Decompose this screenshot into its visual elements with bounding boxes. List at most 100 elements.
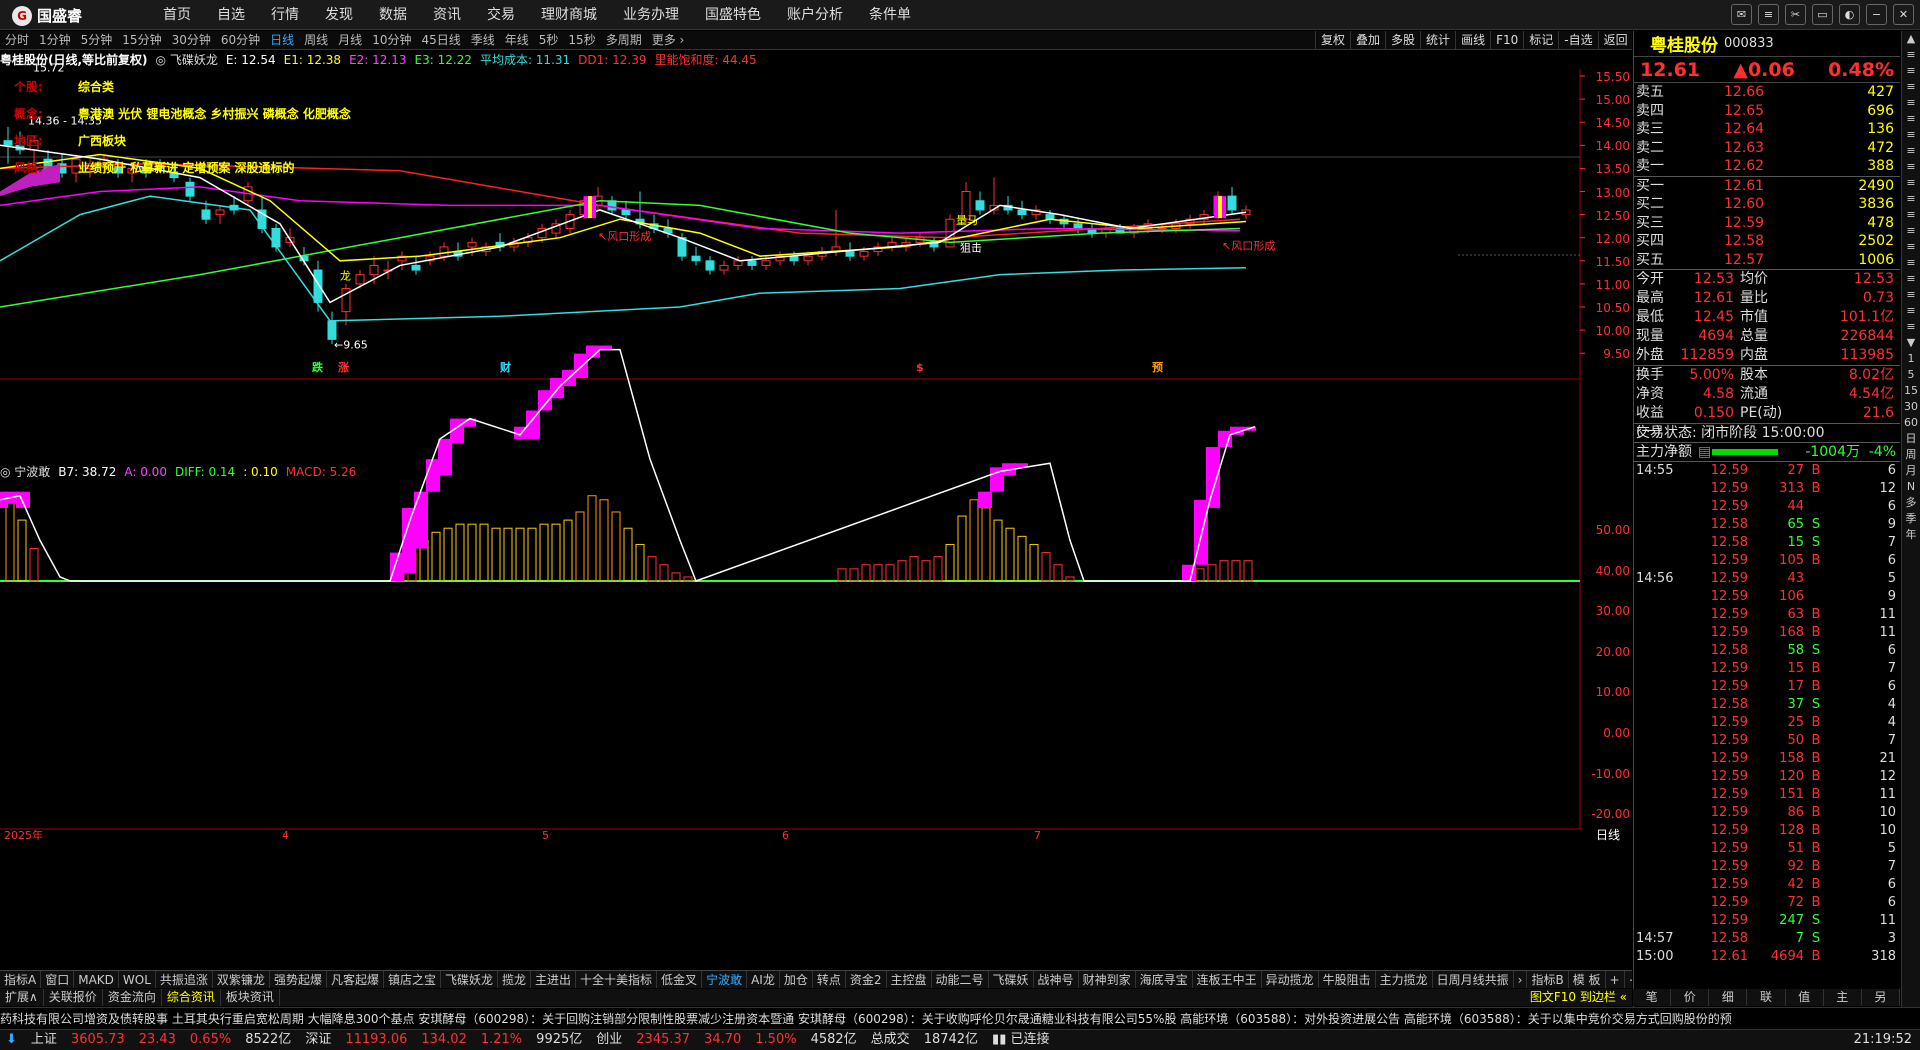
sidebar-item[interactable]: 季 bbox=[1902, 511, 1920, 527]
menu-item-7[interactable]: 理财商城 bbox=[528, 0, 610, 30]
period-10[interactable]: 45日线 bbox=[416, 31, 465, 49]
info-tab[interactable]: 关联报价 bbox=[44, 989, 103, 1006]
indicator-tab[interactable]: + bbox=[1606, 971, 1625, 988]
quote-tab[interactable]: 联 bbox=[1747, 989, 1786, 1006]
sidebar-item[interactable]: 30 bbox=[1902, 399, 1920, 415]
index-name[interactable]: 创业 bbox=[596, 1030, 622, 1050]
quote-tab[interactable]: 细 bbox=[1709, 989, 1748, 1006]
menu-item-8[interactable]: 业务办理 bbox=[610, 0, 692, 30]
kline-chart-area[interactable]: 15.7214.36 - 14.35←9.65↖风口形成↖风口形成量马狙击龙跌涨… bbox=[0, 51, 1632, 970]
book-row[interactable]: 卖二 12.63 472 bbox=[1634, 139, 1900, 158]
sidebar-item[interactable]: ≡ bbox=[1902, 207, 1920, 223]
sidebar-item[interactable]: ≡ bbox=[1902, 223, 1920, 239]
sidebar-item[interactable]: ≡ bbox=[1902, 95, 1920, 111]
info-tab[interactable]: 扩展∧ bbox=[0, 989, 44, 1006]
share-icon[interactable]: ✂ bbox=[1785, 4, 1806, 25]
quote-tab[interactable]: 另 bbox=[1862, 989, 1900, 1006]
indicator-tab[interactable]: 指标B bbox=[1527, 971, 1569, 988]
menu-item-3[interactable]: 发现 bbox=[312, 0, 366, 30]
menu-icon[interactable]: ≡ bbox=[1758, 4, 1779, 25]
book-row[interactable]: 卖一 12.62 388 bbox=[1634, 157, 1900, 176]
period-1[interactable]: 1分钟 bbox=[34, 31, 76, 49]
quote-tab[interactable]: 笔 bbox=[1633, 989, 1672, 1006]
skin-icon[interactable]: ◐ bbox=[1839, 4, 1860, 25]
info-tab[interactable]: 综合资讯 bbox=[162, 989, 221, 1006]
indicator-tab[interactable]: 动能二号 bbox=[932, 971, 989, 988]
book-row[interactable]: 卖四 12.65 696 bbox=[1634, 102, 1900, 121]
sidebar-item[interactable]: 多 bbox=[1902, 495, 1920, 511]
tool-button-3[interactable]: 统计 bbox=[1420, 31, 1455, 50]
period-11[interactable]: 季线 bbox=[466, 31, 500, 49]
sidebar-item[interactable]: ≡ bbox=[1902, 63, 1920, 79]
book-row[interactable]: 买五 12.57 1006 bbox=[1634, 251, 1900, 270]
period-0[interactable]: 分时 bbox=[0, 31, 34, 49]
sidebar-item[interactable]: ▲ bbox=[1902, 31, 1920, 47]
indicator-tab[interactable]: − bbox=[1625, 971, 1632, 988]
sidebar-item[interactable]: 月 bbox=[1902, 463, 1920, 479]
tool-button-2[interactable]: 多股 bbox=[1385, 31, 1420, 50]
sidebar-item[interactable]: 15 bbox=[1902, 383, 1920, 399]
period-16[interactable]: 更多 › bbox=[647, 31, 690, 49]
indicator-tab[interactable]: 镇店之宝 bbox=[384, 971, 441, 988]
sidebar-item[interactable]: ≡ bbox=[1902, 239, 1920, 255]
close-icon[interactable]: ✕ bbox=[1893, 4, 1914, 25]
indicator-tab[interactable]: 强势起爆 bbox=[270, 971, 327, 988]
sidebar-item[interactable]: ≡ bbox=[1902, 303, 1920, 319]
indicator-tab[interactable]: 双紫镰龙 bbox=[213, 971, 270, 988]
indicator-tab[interactable]: 飞碟妖 bbox=[989, 971, 1034, 988]
period-14[interactable]: 15秒 bbox=[563, 31, 600, 49]
book-row[interactable]: 卖五 12.66 427 bbox=[1634, 83, 1900, 102]
sidebar-item[interactable]: 周 bbox=[1902, 447, 1920, 463]
indicator-tab[interactable]: 十全十美指标 bbox=[576, 971, 658, 988]
book-row[interactable]: 买一 12.61 2490 bbox=[1634, 177, 1900, 196]
indicator-tab[interactable]: 窗口 bbox=[41, 971, 75, 988]
tool-button-0[interactable]: 复权 bbox=[1315, 31, 1350, 50]
menu-item-5[interactable]: 资讯 bbox=[420, 0, 474, 30]
period-7[interactable]: 周线 bbox=[299, 31, 333, 49]
menu-item-1[interactable]: 自选 bbox=[204, 0, 258, 30]
indicator-tab[interactable]: 转点 bbox=[813, 971, 846, 988]
indicator-tab[interactable]: 日周月线共振 bbox=[1433, 971, 1514, 988]
sidebar-item[interactable]: ≡ bbox=[1902, 255, 1920, 271]
indicator-tab[interactable]: AI龙 bbox=[747, 971, 780, 988]
expand-icon[interactable]: ⬇ bbox=[6, 1030, 17, 1050]
sidebar-item[interactable]: ≡ bbox=[1902, 319, 1920, 335]
menu-item-11[interactable]: 条件单 bbox=[856, 0, 924, 30]
sidebar-item[interactable]: ≡ bbox=[1902, 79, 1920, 95]
book-row[interactable]: 卖三 12.64 136 bbox=[1634, 120, 1900, 139]
sidebar-item[interactable]: ▼ bbox=[1902, 335, 1920, 351]
quote-tab[interactable]: 主 bbox=[1824, 989, 1862, 1006]
sidebar-item[interactable]: ≡ bbox=[1902, 271, 1920, 287]
indicator-tab[interactable]: 宁波敢 bbox=[702, 971, 748, 988]
book-row[interactable]: 买四 12.58 2502 bbox=[1634, 232, 1900, 251]
period-4[interactable]: 30分钟 bbox=[167, 31, 216, 49]
sidebar-item[interactable]: ≡ bbox=[1902, 127, 1920, 143]
period-6[interactable]: 日线 bbox=[265, 31, 299, 49]
sidebar-item[interactable]: 年 bbox=[1902, 527, 1920, 543]
indicator-tab[interactable]: 战神号 bbox=[1034, 971, 1079, 988]
f10-sidebar-toggle[interactable]: 图文F10 到边栏 « bbox=[1525, 989, 1632, 1006]
indicator-tab[interactable]: 凡客起爆 bbox=[327, 971, 384, 988]
indicator-tab[interactable]: 财神到家 bbox=[1079, 971, 1136, 988]
period-12[interactable]: 年线 bbox=[500, 31, 534, 49]
book-row[interactable]: 买二 12.60 3836 bbox=[1634, 195, 1900, 214]
period-15[interactable]: 多周期 bbox=[601, 31, 647, 49]
menu-item-0[interactable]: 首页 bbox=[150, 0, 204, 30]
sidebar-item[interactable]: ≡ bbox=[1902, 159, 1920, 175]
sidebar-item[interactable]: 日 bbox=[1902, 431, 1920, 447]
news-text[interactable]: 药科技有限公司增资及债转股事 土耳其央行重启宽松周期 大幅降息300个基点 安琪… bbox=[0, 1012, 1732, 1026]
sidebar-item[interactable]: N bbox=[1902, 479, 1920, 495]
flow-checkbox-icon[interactable]: ▤ bbox=[1698, 443, 1712, 461]
tool-button-1[interactable]: 叠加 bbox=[1350, 31, 1385, 50]
period-5[interactable]: 60分钟 bbox=[216, 31, 265, 49]
message-icon[interactable]: ✉ bbox=[1731, 4, 1752, 25]
indicator-tab[interactable]: 牛股阻击 bbox=[1319, 971, 1376, 988]
indicator-tab[interactable]: 加仓 bbox=[780, 971, 813, 988]
sidebar-item[interactable]: 5 bbox=[1902, 367, 1920, 383]
menu-item-6[interactable]: 交易 bbox=[474, 0, 528, 30]
index-name[interactable]: 上证 bbox=[31, 1030, 57, 1050]
period-9[interactable]: 10分钟 bbox=[367, 31, 416, 49]
indicator-tab[interactable]: 主进出 bbox=[531, 971, 577, 988]
menu-item-2[interactable]: 行情 bbox=[258, 0, 312, 30]
period-2[interactable]: 5分钟 bbox=[76, 31, 118, 49]
